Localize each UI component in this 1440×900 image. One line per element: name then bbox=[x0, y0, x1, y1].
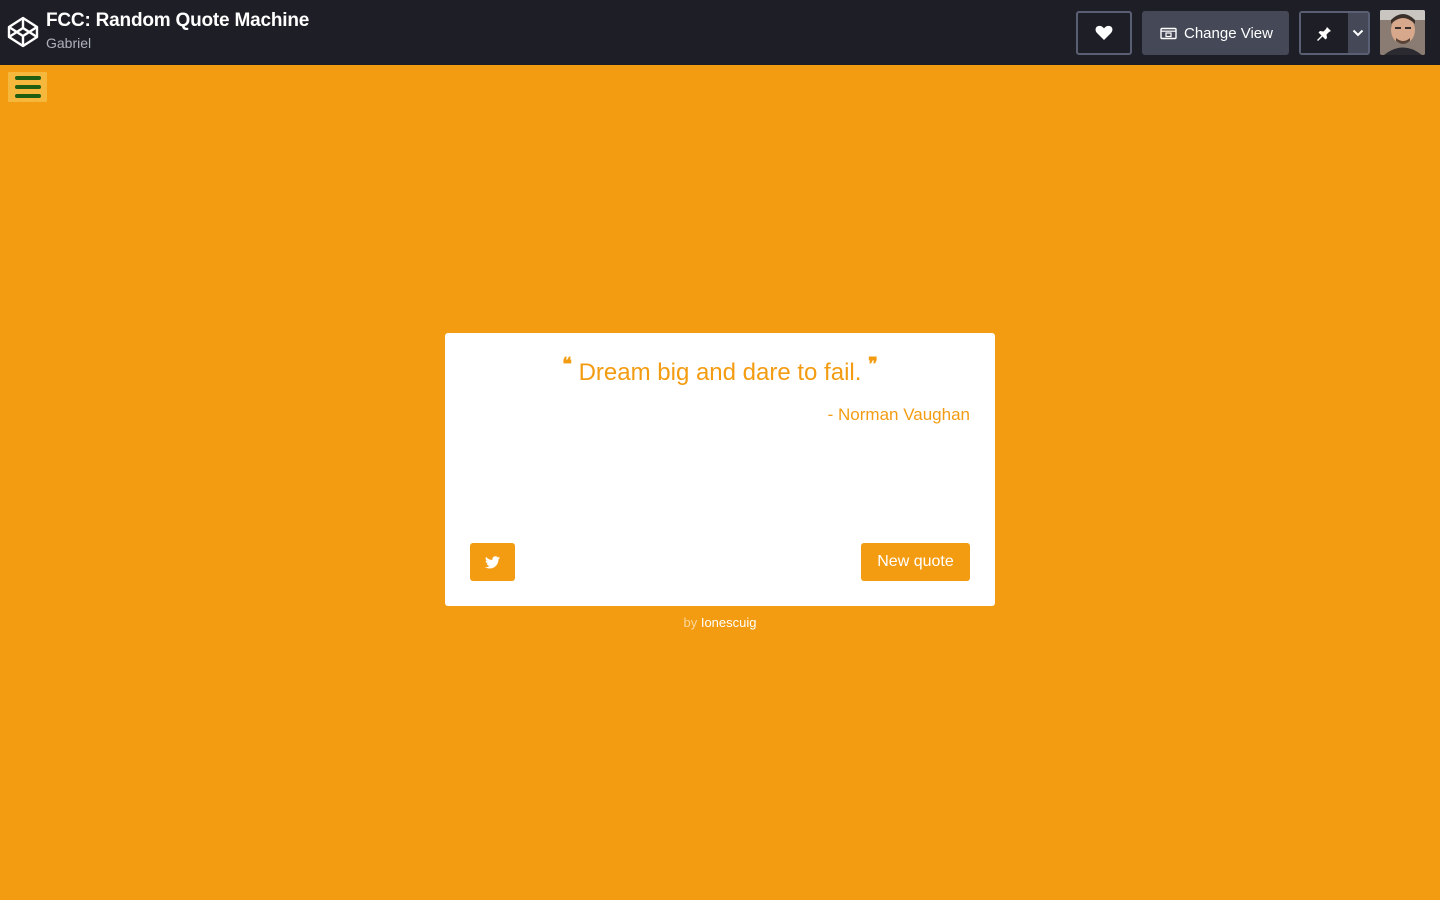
twitter-icon bbox=[485, 555, 500, 568]
hamburger-menu-button[interactable] bbox=[8, 72, 47, 102]
hamburger-icon-bar bbox=[14, 85, 41, 89]
change-view-button[interactable]: Change View bbox=[1142, 11, 1289, 55]
tweet-quote-button[interactable] bbox=[470, 543, 515, 581]
hamburger-icon bbox=[14, 76, 41, 80]
credit-author-link[interactable]: Ionescuig bbox=[701, 615, 757, 630]
quote-card: ❝ Dream big and dare to fail. ❞ - Norman… bbox=[445, 333, 995, 606]
new-quote-button[interactable]: New quote bbox=[861, 543, 970, 581]
hamburger-icon-bar bbox=[14, 94, 41, 98]
pen-titles: FCC: Random Quote Machine Gabriel bbox=[46, 9, 309, 52]
pin-button-group bbox=[1299, 11, 1370, 55]
quote-author: - Norman Vaughan bbox=[827, 405, 970, 424]
pin-options-button[interactable] bbox=[1347, 13, 1368, 53]
top-bar: FCC: Random Quote Machine Gabriel Change… bbox=[0, 0, 1440, 65]
change-view-icon bbox=[1160, 27, 1177, 39]
quote-text: Dream big and dare to fail. bbox=[578, 359, 862, 386]
like-button[interactable] bbox=[1076, 11, 1132, 55]
close-quote-icon: ❞ bbox=[868, 354, 878, 375]
heart-icon bbox=[1095, 25, 1113, 40]
codepen-logo-icon[interactable] bbox=[7, 16, 39, 48]
pin-button[interactable] bbox=[1301, 13, 1348, 53]
credit-by: by bbox=[683, 615, 698, 630]
user-avatar[interactable] bbox=[1380, 10, 1425, 55]
pen-title: FCC: Random Quote Machine bbox=[46, 10, 310, 31]
open-quote-icon: ❝ bbox=[562, 354, 572, 375]
pin-icon bbox=[1317, 25, 1332, 41]
change-view-label: Change View bbox=[1184, 24, 1273, 42]
chevron-down-icon bbox=[1352, 29, 1364, 37]
pen-author[interactable]: Gabriel bbox=[46, 34, 309, 52]
quote-text-block: ❝ Dream big and dare to fail. ❞ bbox=[445, 354, 995, 393]
avatar-photo bbox=[1380, 10, 1425, 55]
credit-line: by Ionescuig bbox=[0, 615, 1440, 630]
